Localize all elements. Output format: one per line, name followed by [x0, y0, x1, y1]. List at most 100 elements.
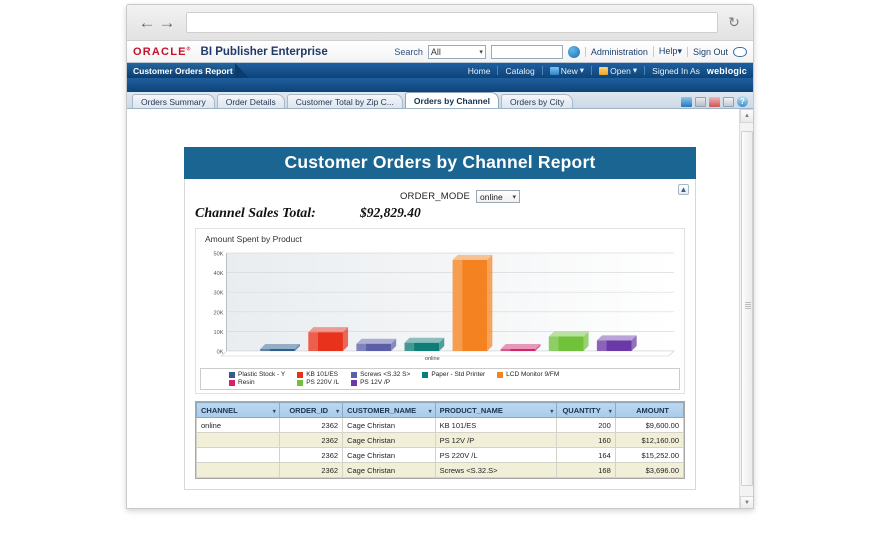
registered-mark: ®: [186, 45, 192, 52]
print-pdf-icon[interactable]: [709, 96, 720, 107]
order-mode-label: ORDER_MODE: [399, 191, 471, 202]
cell-channel: [196, 462, 280, 478]
cell-order-id: 2362: [278, 447, 344, 463]
legend-item[interactable]: Screws <S.32 S>: [351, 371, 410, 378]
nav-new[interactable]: New ▾: [549, 65, 584, 76]
cell-quantity: 160: [556, 432, 616, 448]
search-label: Search: [394, 46, 423, 57]
chevron-down-icon: ▾: [479, 48, 483, 56]
chevron-down-icon: ▾: [677, 46, 682, 56]
report-toolbar: ?: [681, 96, 753, 108]
page-title: Customer Orders by Channel Report: [184, 147, 696, 179]
cell-product-name: PS 12V /P: [434, 432, 558, 448]
tab-customer-total-by-zip[interactable]: Customer Total by Zip C...: [286, 94, 403, 108]
collapse-chevron-icon[interactable]: ▲: [678, 184, 689, 195]
tab-order-details[interactable]: Order Details: [216, 94, 285, 108]
chevron-down-icon: ▾: [428, 409, 432, 415]
chart-plot-area: 0K 10K 20K 30K 40K 50K online: [200, 247, 680, 365]
nav-home[interactable]: Home: [468, 66, 491, 76]
tab-orders-by-channel[interactable]: Orders by Channel: [404, 92, 499, 108]
scroll-up-button[interactable]: ▲: [740, 109, 753, 123]
app-title: BI Publisher Enterprise: [200, 45, 328, 58]
col-product-name[interactable]: PRODUCT_NAME ▾: [434, 402, 558, 418]
legend-column: Plastic Stock - Y Resin: [229, 371, 285, 386]
administration-link[interactable]: Administration: [584, 46, 648, 57]
legend-item[interactable]: Plastic Stock - Y: [229, 371, 285, 378]
back-arrow-icon[interactable]: ←: [137, 12, 157, 34]
table-row: online 2362 Cage Christan KB 101/ES 200 $9,60…: [196, 417, 685, 433]
cell-channel: online: [196, 417, 280, 433]
legend-swatch: [422, 371, 429, 378]
url-input[interactable]: [193, 15, 711, 30]
chart-container: Amount Spent by Product 0K 10K 20K 30K 40K 50…: [195, 228, 685, 394]
screenshot-root: ← → ↻ ORACLE® BI Publisher Enterprise Se…: [0, 0, 880, 533]
cell-customer-name: Cage Christan: [342, 447, 436, 463]
legend-item[interactable]: PS 12V /P: [351, 379, 410, 386]
nav-open[interactable]: Open ▾: [599, 65, 637, 76]
legend-swatch: [351, 371, 358, 378]
order-mode-select[interactable]: online ▾: [476, 190, 521, 203]
scrollbar-grip: [745, 302, 751, 309]
chevron-down-icon: ▾: [550, 409, 554, 415]
col-order-id[interactable]: ORDER_ID ▾: [278, 402, 344, 418]
save-icon[interactable]: [681, 96, 692, 107]
speech-bubble-icon[interactable]: [733, 46, 747, 57]
search-scope-select[interactable]: All ▾: [427, 44, 486, 59]
tab-orders-by-city[interactable]: Orders by City: [500, 94, 574, 108]
legend-label: Plastic Stock - Y: [238, 371, 286, 378]
scroll-down-button[interactable]: ▼: [740, 496, 753, 508]
export-icon[interactable]: [695, 96, 706, 107]
channel-sales-total-row: Channel Sales Total: $92,829.40: [195, 205, 685, 222]
current-user[interactable]: weblogic: [707, 66, 747, 76]
help-link[interactable]: Help▾: [652, 46, 682, 57]
cell-order-id: 2362: [278, 432, 344, 448]
svg-text:30K: 30K: [214, 291, 224, 297]
legend-item[interactable]: LCD Monitor 9/FM: [497, 371, 559, 378]
nav-divider: [497, 66, 499, 75]
legend-column: KB 101/ES PS 220V /L: [297, 371, 339, 386]
search-input[interactable]: [491, 49, 562, 62]
search-input-wrap[interactable]: [490, 44, 563, 62]
cell-order-id: 2362: [278, 417, 344, 433]
col-quantity[interactable]: QUANTITY ▾: [556, 402, 616, 418]
browser-chrome-bar: ← → ↻: [127, 5, 753, 41]
properties-icon[interactable]: [723, 96, 734, 107]
legend-label: LCD Monitor 9/FM: [506, 371, 560, 378]
forward-arrow-icon[interactable]: →: [157, 12, 177, 34]
legend-label: Resin: [238, 379, 255, 386]
legend-item[interactable]: Resin: [229, 379, 285, 386]
scrollbar-thumb[interactable]: [741, 131, 753, 486]
cell-customer-name: Cage Christan: [342, 462, 436, 478]
legend-item[interactable]: PS 220V /L: [297, 379, 339, 386]
col-amount[interactable]: AMOUNT: [614, 402, 685, 418]
chevron-down-icon: ▾: [608, 409, 612, 415]
legend-label: Paper - Std Printer: [431, 371, 486, 378]
page-viewport: ORACLE® BI Publisher Enterprise Search A…: [127, 41, 753, 508]
svg-text:online: online: [425, 356, 440, 362]
reload-icon[interactable]: ↻: [725, 14, 743, 32]
address-bar[interactable]: [186, 12, 718, 33]
report-tab-bar: Orders Summary Order Details Customer To…: [127, 92, 753, 109]
legend-item[interactable]: KB 101/ES: [297, 371, 339, 378]
sign-out-link[interactable]: Sign Out: [686, 46, 728, 57]
legend-column: Paper - Std Printer: [422, 371, 485, 386]
table-row: 2362 Cage Christan PS 12V /P 160 $12,160.00: [196, 432, 685, 448]
legend-swatch: [497, 371, 504, 378]
cell-product-name: Screws <S.32.S>: [434, 462, 558, 478]
vertical-scrollbar[interactable]: ▲ ▼: [739, 109, 753, 508]
svg-text:20K: 20K: [214, 310, 224, 316]
search-go-icon[interactable]: [567, 45, 580, 58]
col-customer-name[interactable]: CUSTOMER_NAME ▾: [342, 402, 436, 418]
nav-catalog[interactable]: Catalog: [505, 66, 534, 76]
svg-text:40K: 40K: [214, 271, 224, 277]
cell-amount: $9,600.00: [614, 417, 685, 433]
help-icon[interactable]: ?: [737, 96, 748, 107]
bar-chart: 0K10K20K30K40K50Konline: [214, 252, 675, 362]
report-container: Customer Orders by Channel Report ▲ ORDE…: [184, 147, 696, 490]
breadcrumb[interactable]: Customer Orders Report: [127, 63, 240, 78]
header-right-group: Search All ▾ Administration Help▾ Sign O…: [394, 44, 753, 62]
tab-orders-summary[interactable]: Orders Summary: [132, 94, 215, 108]
signed-in-as-label: Signed In As: [652, 65, 700, 76]
legend-item[interactable]: Paper - Std Printer: [422, 371, 485, 378]
col-channel[interactable]: CHANNEL ▾: [196, 402, 280, 418]
